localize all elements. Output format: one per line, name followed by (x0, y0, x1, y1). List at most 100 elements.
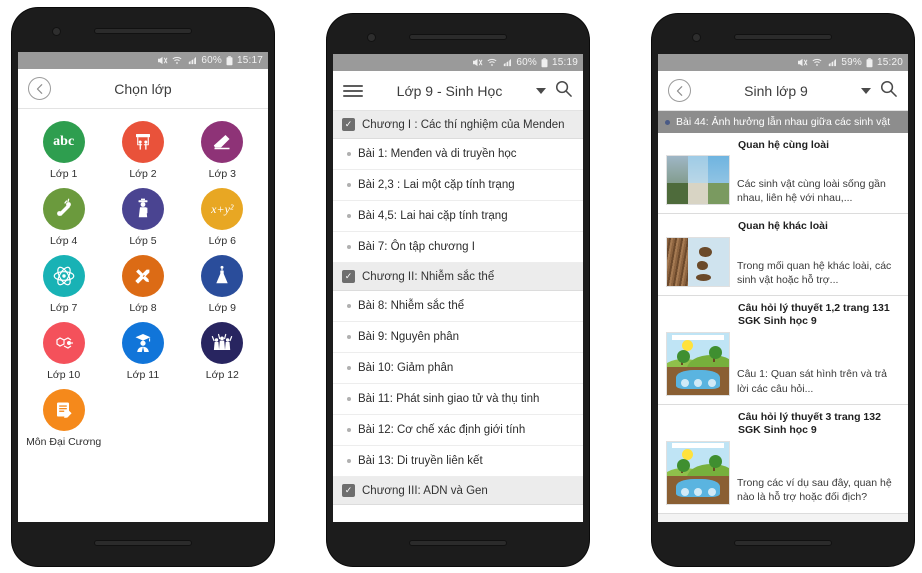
phone1-bottom-bezel (12, 518, 274, 566)
student-icon (121, 188, 164, 230)
clock: 15:19 (551, 57, 578, 68)
grid-item-lop-3[interactable]: Lớp 3 (183, 121, 262, 180)
grid-item-label: Môn Đại Cương (26, 436, 102, 448)
phone-device-3: 59% 15:20 Sinh lớp 9 Bài 44: Ảnh hưởng l… (652, 14, 914, 566)
earpiece-speaker (409, 34, 507, 40)
front-camera-icon (52, 27, 61, 36)
grid-item-label: Lớp 4 (50, 235, 78, 247)
signal-icon (826, 58, 837, 67)
grid-item-label: Lớp 2 (129, 168, 157, 180)
search-icon[interactable] (879, 79, 898, 103)
grid-item-lop-2[interactable]: Lớp 2 (103, 121, 182, 180)
battery-icon (541, 57, 548, 68)
three-photos-thumbnail (666, 155, 730, 206)
article-title: Quan hệ cùng loài (738, 139, 830, 151)
list-item[interactable]: Bài 9: Nguyên phân (333, 322, 583, 353)
topic-header[interactable]: Bài 44: Ảnh hưởng lẫn nhau giữa các sinh… (658, 111, 908, 133)
article-card[interactable]: Quan hệ cùng loài Các sinh vật cùng loài… (658, 133, 908, 215)
list-item[interactable]: Bài 13: Di truyền liên kết (333, 446, 583, 477)
grid-item-label: Lớp 5 (129, 235, 157, 247)
phone2-bottom-bezel (327, 518, 589, 566)
list-item[interactable]: Bài 1: Menđen và di truyền học (333, 139, 583, 170)
earpiece-speaker (734, 34, 832, 40)
chapter-header[interactable]: ✓ Chương I : Các thí nghiệm của Menden (333, 111, 583, 139)
phone2-screen: 60% 15:19 Lớp 9 - Sinh Học ✓ Chương I : … (333, 54, 583, 522)
grid-item-lop-6[interactable]: x+y² Lớp 6 (183, 188, 262, 247)
lesson-label: Bài 8: Nhiễm sắc thể (358, 300, 465, 312)
ecosystem-thumbnail (666, 331, 730, 396)
grid-item-mon-dai-cuong[interactable]: Môn Đại Cương (24, 389, 103, 448)
grid-item-label: Lớp 7 (50, 302, 78, 314)
grid-item-lop-4[interactable]: Lớp 4 (24, 188, 103, 247)
chapter-label: Chương III: ADN và Gen (362, 484, 488, 497)
phone3-app-bar: Sinh lớp 9 (658, 71, 908, 111)
list-item[interactable]: Bài 12: Cơ chế xác định giới tính (333, 415, 583, 446)
molecule-icon (42, 322, 85, 364)
mute-icon (157, 56, 168, 65)
phone1-app-bar: Chọn lớp (18, 69, 268, 109)
article-list[interactable]: Bài 44: Ảnh hưởng lẫn nhau giữa các sinh… (658, 111, 908, 522)
chevron-down-icon[interactable] (861, 87, 871, 94)
eraser-icon (201, 121, 244, 163)
page-title: Chọn lớp (114, 80, 172, 97)
grid-item-lop-5[interactable]: Lớp 5 (103, 188, 182, 247)
article-title: Câu hỏi lý thuyết 1,2 trang 131 SGK Sinh… (738, 301, 890, 328)
chapter-checkbox-icon: ✓ (342, 118, 355, 131)
mute-icon (472, 58, 483, 67)
grid-item-lop-7[interactable]: Lớp 7 (24, 255, 103, 314)
article-title: Câu hỏi lý thuyết 3 trang 132 SGK Sinh h… (738, 410, 881, 437)
article-body: Các sinh vật cùng loài sống gần nhau, li… (666, 155, 900, 206)
grid-item-label: Lớp 12 (205, 369, 239, 381)
lesson-label: Bài 10: Giảm phân (358, 362, 454, 374)
battery-icon (866, 57, 873, 68)
bullet-icon (347, 459, 351, 463)
screenshot-stage: 60% 15:17 Chọn lớp abc Lớp 1 Lớp 2 Lớp 3… (0, 0, 922, 573)
article-card[interactable]: Câu hỏi lý thuyết 3 trang 132 SGK Sinh h… (658, 404, 908, 514)
article-body: Trong mối quan hệ khác loài, các sinh vậ… (666, 236, 900, 287)
chapter-lesson-list[interactable]: ✓ Chương I : Các thí nghiệm của Menden B… (333, 111, 583, 522)
battery-percent: 60% (516, 57, 537, 68)
list-item[interactable]: Bài 7: Ôn tập chương I (333, 232, 583, 263)
wifi-icon (487, 58, 497, 67)
hamburger-icon[interactable] (343, 84, 363, 97)
grid-item-label: Lớp 3 (208, 168, 236, 180)
back-arrow-icon[interactable] (668, 79, 691, 102)
algebra-glyph: x+y² (211, 201, 234, 216)
list-item[interactable]: Bài 2,3 : Lai một cặp tính trạng (333, 170, 583, 201)
article-card[interactable]: Quan hệ khác loài Trong mối quan hệ khác… (658, 214, 908, 296)
grid-item-label: Lớp 6 (208, 235, 236, 247)
grid-item-label: Lớp 1 (50, 168, 78, 180)
bullet-icon (347, 183, 351, 187)
chapter-header[interactable]: ✓ Chương II: Nhiễm sắc thể (333, 263, 583, 291)
grid-item-lop-12[interactable]: Lớp 12 (183, 322, 262, 381)
grid-item-lop-10[interactable]: Lớp 10 (24, 322, 103, 381)
atom-icon (42, 255, 85, 297)
list-item[interactable]: Bài 4,5: Lai hai cặp tính trạng (333, 201, 583, 232)
bullet-icon (347, 152, 351, 156)
flask-icon (201, 255, 244, 297)
signal-icon (501, 58, 512, 67)
group-icon (201, 322, 244, 364)
bullet-icon (347, 245, 351, 249)
lesson-label: Bài 12: Cơ chế xác định giới tính (358, 424, 526, 436)
clock: 15:17 (236, 55, 263, 66)
article-title: Quan hệ khác loài (738, 220, 828, 233)
list-item[interactable]: Bài 8: Nhiễm sắc thể (333, 291, 583, 322)
bullet-icon (347, 366, 351, 370)
tree-bark-thumbnail (666, 236, 730, 287)
list-item[interactable]: Bài 11: Phát sinh giao tử và thụ tinh (333, 384, 583, 415)
chapter-header[interactable]: ✓ Chương III: ADN và Gen (333, 477, 583, 505)
grid-item-lop-9[interactable]: Lớp 9 (183, 255, 262, 314)
search-icon[interactable] (554, 79, 573, 103)
bottom-speaker (409, 540, 507, 546)
scroll-icon (42, 188, 85, 230)
grid-item-lop-8[interactable]: Lớp 8 (103, 255, 182, 314)
chevron-down-icon[interactable] (536, 87, 546, 94)
grid-item-lop-11[interactable]: Lớp 11 (103, 322, 182, 381)
phone1-status-bar: 60% 15:17 (18, 52, 268, 69)
phone1-screen: 60% 15:17 Chọn lớp abc Lớp 1 Lớp 2 Lớp 3… (18, 52, 268, 522)
grid-item-lop-1[interactable]: abc Lớp 1 (24, 121, 103, 180)
list-item[interactable]: Bài 10: Giảm phân (333, 353, 583, 384)
article-card[interactable]: Câu hỏi lý thuyết 1,2 trang 131 SGK Sinh… (658, 295, 908, 405)
back-arrow-icon[interactable] (28, 77, 51, 100)
